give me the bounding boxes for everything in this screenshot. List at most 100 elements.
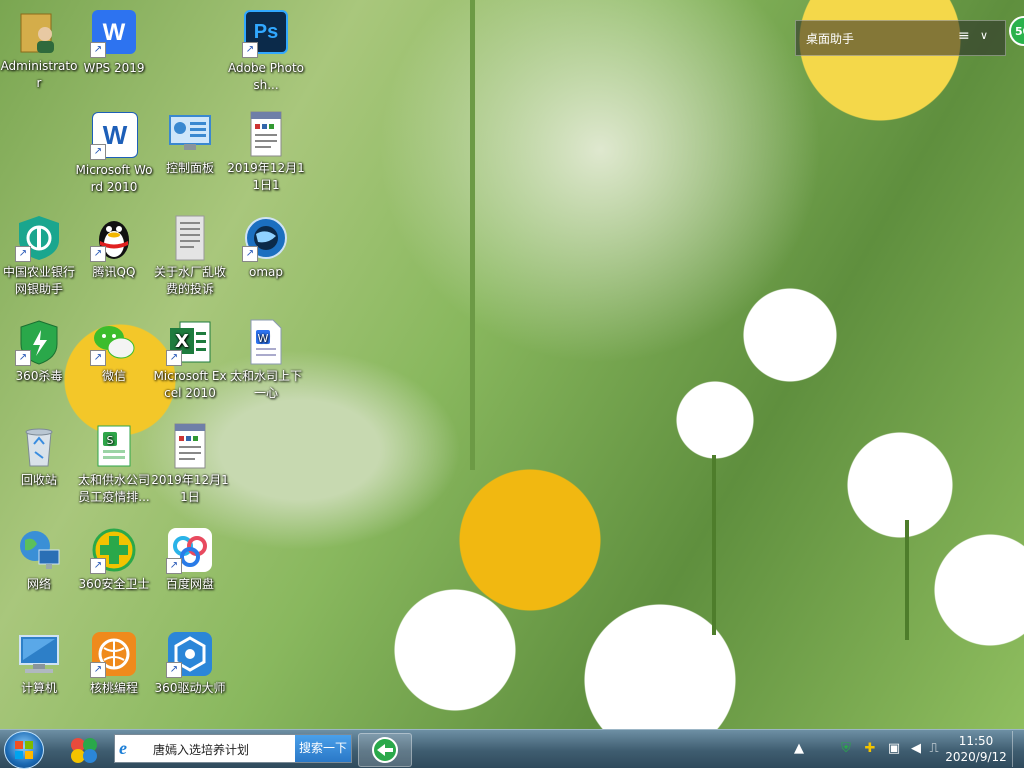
desktop-icon-complaint-document[interactable]: 关于水厂乱收费的投诉: [151, 214, 229, 298]
desktop-icon-label: 腾讯QQ: [92, 265, 136, 279]
360-browser-icon: [372, 737, 398, 763]
360-guard-icon: ↗: [90, 526, 138, 574]
show-hidden-icons-arrow-icon[interactable]: ▲: [791, 741, 807, 757]
desktop-icon-label: omap: [248, 265, 283, 279]
desktop-icon-photoshop[interactable]: Ps ↗ Adobe Photosh...: [227, 8, 305, 94]
colorful-ball-app-icon: [71, 738, 97, 763]
desktop-icon-wps-document[interactable]: W 太和水司上下一心: [227, 318, 305, 402]
desktop-icon-label: 360杀毒: [15, 369, 63, 383]
taskbar-search-box[interactable]: e 唐嫣入选培养计划 搜索一下: [114, 734, 352, 763]
input-method-tray-icon[interactable]: ⎍: [926, 741, 942, 757]
wallpaper-stem: [470, 0, 475, 470]
desktop-assistant-widget[interactable]: 桌面助手 ≡ ∨: [795, 20, 1006, 56]
desktop-icon-spreadsheet[interactable]: S 太和供水公司员工疫情排...: [75, 422, 153, 506]
desktop-icon-label: 360安全卫士: [78, 577, 150, 591]
wechat-icon: ↗: [90, 318, 138, 366]
desktop-icon-omap[interactable]: ↗ omap: [227, 214, 305, 281]
desktop-icon-label: 核桃编程: [89, 681, 138, 695]
user-folder-icon: [15, 8, 63, 56]
walnut-coding-icon: ↗: [90, 630, 138, 678]
wallpaper-stem: [905, 520, 909, 640]
desktop-icon-qq[interactable]: ↗ 腾讯QQ: [75, 214, 153, 281]
wallpaper-stem: [712, 455, 716, 635]
desktop-icon-360-guard[interactable]: ↗ 360安全卫士: [75, 526, 153, 593]
clock-date: 2020/9/12: [945, 750, 1007, 764]
desktop-icon-document-2019-12-11-1[interactable]: 2019年12月11日1: [227, 110, 305, 194]
desktop-icon-document-2019-12-11[interactable]: 2019年12月11日: [151, 422, 229, 506]
desktop-icon-label: WPS 2019: [83, 61, 145, 75]
shortcut-arrow-icon: ↗: [242, 42, 258, 58]
desktop-icon-label: 计算机: [20, 681, 57, 695]
desktop-icon-word[interactable]: W ↗ Microsoft Word 2010: [75, 110, 153, 196]
360-guard-tray-icon[interactable]: ✚: [862, 741, 878, 757]
photoshop-icon: Ps ↗: [242, 10, 290, 58]
desktop-icon-network[interactable]: 网络: [0, 526, 78, 593]
network-tray-icon[interactable]: ▣: [886, 741, 902, 757]
desktop-icon-360-driver-master[interactable]: ↗ 360驱动大师: [151, 630, 229, 697]
document-icon: [242, 110, 290, 158]
desktop-icon-label: Administrator: [0, 59, 78, 90]
desktop-icon-360-antivirus[interactable]: ↗ 360杀毒: [0, 318, 78, 385]
desktop-icon-abc-bank[interactable]: ↗ 中国农业银行网银助手: [0, 214, 78, 298]
spreadsheet-icon: S: [90, 422, 138, 470]
hamburger-icon[interactable]: ≡: [958, 28, 970, 44]
shortcut-arrow-icon: ↗: [90, 350, 106, 366]
computer-icon: [15, 630, 63, 678]
start-button[interactable]: [4, 731, 44, 769]
search-text[interactable]: 唐嫣入选培养计划: [153, 741, 249, 758]
show-desktop-button[interactable]: [1012, 731, 1024, 767]
system-clock[interactable]: 11:50 2020/9/12: [945, 733, 1007, 765]
volume-tray-icon[interactable]: ◀: [908, 741, 924, 757]
desktop-icon-label: 2019年12月11日1: [227, 161, 305, 192]
desktop-icon-label: 太和水司上下一心: [229, 369, 302, 400]
desktop-icon-label: Microsoft Word 2010: [75, 163, 153, 194]
search-button[interactable]: 搜索一下: [295, 735, 351, 762]
taskbar-running-app[interactable]: [358, 733, 412, 767]
shortcut-arrow-icon: ↗: [242, 246, 258, 262]
desktop-icon-wps[interactable]: W ↗ WPS 2019: [75, 8, 153, 77]
windows-logo-icon: [15, 741, 33, 759]
driver-master-icon: ↗: [166, 630, 214, 678]
desktop-icon-wechat[interactable]: ↗ 微信: [75, 318, 153, 385]
shortcut-arrow-icon: ↗: [90, 144, 106, 160]
recycle-bin-icon: [15, 422, 63, 470]
desktop-icon-administrator[interactable]: Administrator: [0, 8, 78, 92]
desktop-icon-excel[interactable]: X ↗ Microsoft Excel 2010: [151, 318, 229, 402]
desktop-icon-walnut-coding[interactable]: ↗ 核桃编程: [75, 630, 153, 697]
shortcut-arrow-icon: ↗: [15, 350, 31, 366]
shortcut-arrow-icon: ↗: [166, 350, 182, 366]
desktop-icon-label: 2019年12月11日: [151, 473, 229, 504]
desktop-icon-baidu-netdisk[interactable]: ↗ 百度网盘: [151, 526, 229, 593]
desktop-icon-label: 回收站: [20, 473, 57, 487]
svg-text:W: W: [258, 332, 269, 345]
clock-time: 11:50: [958, 734, 994, 748]
desktop-icon-label: 中国农业银行网银助手: [2, 265, 75, 296]
shortcut-arrow-icon: ↗: [90, 42, 106, 58]
shortcut-arrow-icon: ↗: [15, 246, 31, 262]
control-panel-icon: [166, 110, 214, 158]
desktop-icon-control-panel[interactable]: 控制面板: [151, 110, 229, 177]
desktop-icon-recycle-bin[interactable]: 回收站: [0, 422, 78, 489]
scanned-document-icon: [166, 214, 214, 262]
word-icon: W ↗: [90, 112, 138, 160]
desktop-icon-label: Adobe Photosh...: [227, 61, 304, 92]
shortcut-arrow-icon: ↗: [90, 246, 106, 262]
desktop-icon-label: 关于水厂乱收费的投诉: [153, 265, 226, 296]
chevron-down-icon[interactable]: ∨: [980, 29, 988, 42]
wps-doc-icon: W: [242, 318, 290, 366]
taskbar-pinned-app[interactable]: [64, 733, 104, 765]
desktop-assistant-title: 桌面助手: [806, 32, 855, 46]
desktop-icon-label: 网络: [26, 577, 51, 591]
omap-globe-icon: ↗: [242, 214, 290, 262]
network-icon: [15, 526, 63, 574]
excel-icon: X ↗: [166, 318, 214, 366]
baidu-netdisk-icon: ↗: [166, 526, 214, 574]
document-icon: [166, 422, 214, 470]
shortcut-arrow-icon: ↗: [166, 662, 182, 678]
360-shield-tray-icon[interactable]: ⛨: [838, 741, 854, 757]
desktop-icon-label: 微信: [101, 369, 126, 383]
svg-text:S: S: [107, 434, 114, 447]
shortcut-arrow-icon: ↗: [166, 558, 182, 574]
desktop-icon-label: 360驱动大师: [154, 681, 226, 695]
desktop-icon-computer[interactable]: 计算机: [0, 630, 78, 697]
